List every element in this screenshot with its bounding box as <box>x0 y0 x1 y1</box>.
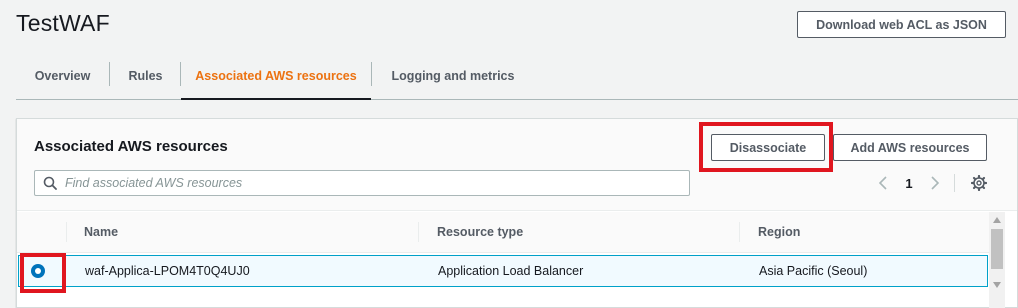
tab-logging-and-metrics[interactable]: Logging and metrics <box>372 53 534 99</box>
chevron-left-icon[interactable] <box>873 171 893 195</box>
scroll-up-icon[interactable] <box>989 213 1005 227</box>
panel-header: Associated AWS resources Disassociate Ad… <box>17 119 1017 211</box>
tab-bar: Overview Rules Associated AWS resources … <box>16 53 1018 100</box>
table-row[interactable]: waf-Applica-LPOM4T0Q4UJ0 Application Loa… <box>18 255 988 287</box>
column-divider <box>739 222 740 242</box>
page-number[interactable]: 1 <box>899 171 919 195</box>
resource-name: waf-Applica-LPOM4T0Q4UJ0 <box>85 264 250 278</box>
tab-associated-aws-resources[interactable]: Associated AWS resources <box>181 53 371 99</box>
add-aws-resources-button[interactable]: Add AWS resources <box>833 134 987 161</box>
panel-title: Associated AWS resources <box>34 138 228 155</box>
search-input[interactable] <box>65 172 665 194</box>
radio-selected-icon[interactable] <box>31 264 45 278</box>
current-page: 1 <box>905 175 913 191</box>
resource-type: Application Load Balancer <box>438 264 584 278</box>
pager-divider <box>954 174 955 192</box>
page-title: TestWAF <box>16 10 110 36</box>
column-header-region[interactable]: Region <box>758 212 800 252</box>
scroll-thumb[interactable] <box>991 229 1003 269</box>
resource-region: Asia Pacific (Seoul) <box>759 264 868 278</box>
active-tab-indicator <box>181 98 371 100</box>
table-scrollbar[interactable] <box>989 212 1005 308</box>
column-header-resource-type[interactable]: Resource type <box>437 212 523 252</box>
gear-icon[interactable] <box>967 171 991 195</box>
column-divider <box>418 222 419 242</box>
column-header-name[interactable]: Name <box>84 212 118 252</box>
table-header: Name Resource type Region <box>17 212 989 253</box>
tab-rules[interactable]: Rules <box>110 53 181 99</box>
scroll-down-icon[interactable] <box>989 278 1005 292</box>
search-box[interactable] <box>34 170 690 196</box>
chevron-right-icon[interactable] <box>925 171 945 195</box>
download-web-acl-json-button[interactable]: Download web ACL as JSON <box>797 11 1006 38</box>
search-icon <box>35 171 65 195</box>
column-divider <box>66 222 67 242</box>
disassociate-button[interactable]: Disassociate <box>711 134 825 161</box>
tab-overview[interactable]: Overview <box>16 53 109 99</box>
associated-resources-panel: Associated AWS resources Disassociate Ad… <box>16 118 1018 308</box>
